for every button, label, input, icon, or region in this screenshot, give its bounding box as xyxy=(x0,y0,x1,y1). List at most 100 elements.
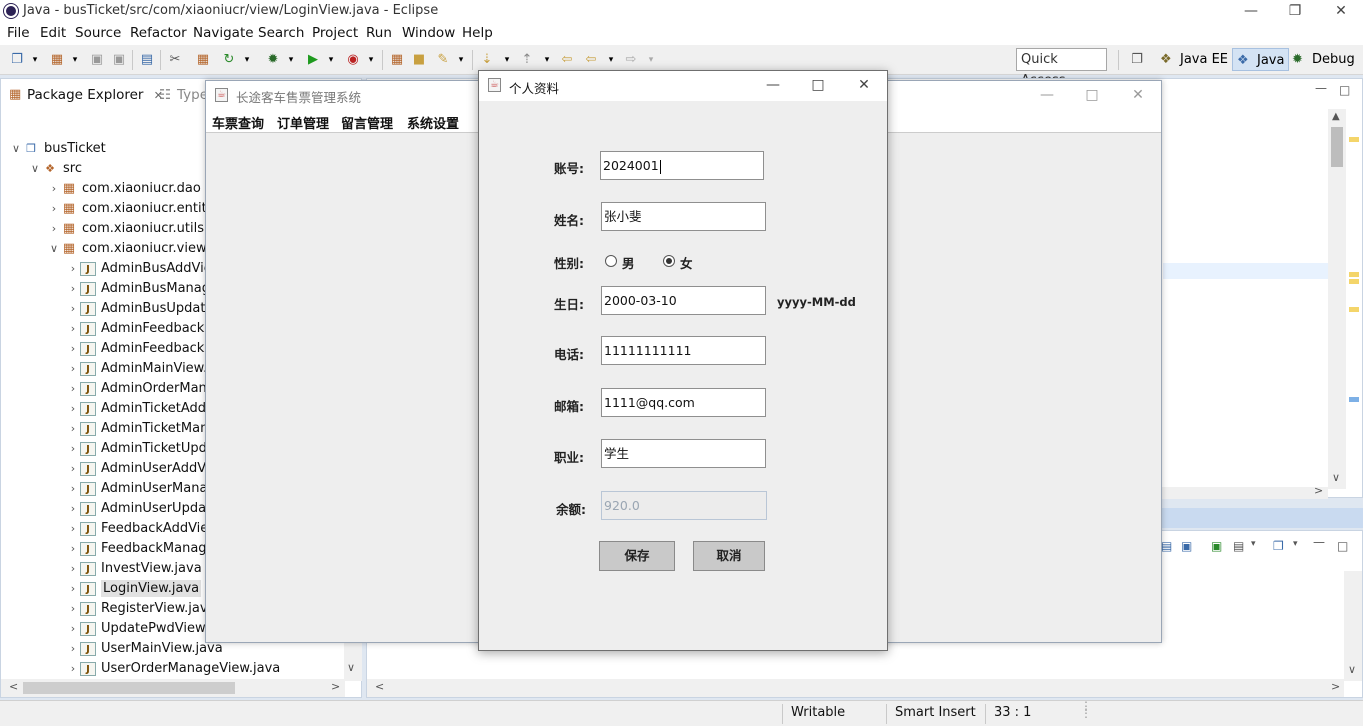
dropdown-arrow-icon[interactable]: ▾ xyxy=(1251,539,1256,549)
account-field[interactable]: 2024001 xyxy=(600,151,764,180)
dropdown-arrow-icon[interactable]: ▾ xyxy=(1293,539,1298,549)
menu-navigate[interactable]: Navigate xyxy=(193,25,254,41)
chevron-down-icon[interactable]: ∨ xyxy=(28,159,42,179)
overview-marker[interactable] xyxy=(1349,272,1359,277)
chevron-right-icon[interactable]: › xyxy=(47,219,61,239)
editor-horizontal-scrollbar[interactable]: > xyxy=(1162,484,1328,499)
tab-package-explorer[interactable]: ▦ Package Explorer ✕ xyxy=(5,83,169,107)
overview-marker[interactable] xyxy=(1349,279,1359,284)
perspective-java[interactable]: ❖ Java xyxy=(1232,48,1290,71)
run-icon[interactable]: ▶ xyxy=(304,52,322,68)
lower-horizontal-scrollbar[interactable]: < > xyxy=(367,679,1344,697)
dropdown-arrow-icon[interactable]: ▾ xyxy=(602,52,620,68)
chevron-right-icon[interactable]: › xyxy=(66,639,80,659)
tree-item[interactable]: › J LoginView.java xyxy=(66,579,202,599)
tree-item[interactable]: › ▦ com.xiaoniucr.entity xyxy=(47,199,215,219)
tree-item[interactable]: › J UserMainView.java xyxy=(66,639,223,659)
chevron-right-icon[interactable]: › xyxy=(66,579,80,599)
chevron-right-icon[interactable]: › xyxy=(66,459,80,479)
dropdown-arrow-icon[interactable]: ▾ xyxy=(362,52,380,68)
lower-vertical-scrollbar[interactable]: ∨ xyxy=(1344,571,1362,681)
close-icon[interactable]: ✕ xyxy=(1123,85,1153,105)
debug-icon[interactable]: ✹ xyxy=(264,52,282,68)
tree-item[interactable]: › J UserOrderManageView.java xyxy=(66,659,280,679)
tree-item[interactable]: ∨ ❖ src xyxy=(28,159,82,179)
chevron-right-icon[interactable]: › xyxy=(66,299,80,319)
scroll-up-arrow-icon[interactable]: ▲ xyxy=(1332,111,1340,122)
scroll-thumb[interactable] xyxy=(23,682,235,694)
close-icon[interactable]: ✕ xyxy=(849,75,879,95)
editor-minimize-icon[interactable]: — xyxy=(1315,81,1327,95)
editor-maximize-icon[interactable]: □ xyxy=(1339,83,1350,97)
scroll-left-arrow-icon[interactable]: < xyxy=(9,680,18,693)
menu-search[interactable]: Search xyxy=(258,25,304,41)
tree-item[interactable]: ∨ ▦ com.xiaoniucr.view xyxy=(47,239,207,259)
save-icon[interactable]: ▣ xyxy=(88,52,106,68)
chevron-right-icon[interactable]: › xyxy=(66,419,80,439)
menu-ticket-query[interactable]: 车票查询 xyxy=(212,113,264,132)
menu-refactor[interactable]: Refactor xyxy=(130,25,187,41)
prev-annotation-icon[interactable]: ⇡ xyxy=(518,52,536,68)
new-package-icon[interactable]: ▦ xyxy=(48,52,66,68)
scroll-down-arrow-icon[interactable]: ∨ xyxy=(1332,471,1340,484)
quick-access-input[interactable]: Quick Access xyxy=(1016,48,1107,88)
tree-item[interactable]: › ▦ com.xiaoniucr.dao xyxy=(47,179,201,199)
menu-file[interactable]: File xyxy=(7,25,30,41)
tree-item[interactable]: › J RegisterView.java xyxy=(66,599,216,619)
scroll-right-arrow-icon[interactable]: > xyxy=(1331,680,1340,693)
gender-male-label[interactable]: 男 xyxy=(622,253,635,272)
menu-message-management[interactable]: 留言管理 xyxy=(341,113,393,132)
save-button[interactable]: 保存 xyxy=(599,541,675,571)
chevron-right-icon[interactable]: › xyxy=(66,519,80,539)
new-console-icon[interactable]: ❐ xyxy=(1273,539,1284,553)
birthday-field[interactable]: 2000-03-10 xyxy=(601,286,766,315)
chevron-right-icon[interactable]: › xyxy=(47,199,61,219)
scroll-right-arrow-icon[interactable]: > xyxy=(1314,484,1323,497)
chevron-down-icon[interactable]: ∨ xyxy=(47,239,61,259)
chevron-right-icon[interactable]: › xyxy=(66,399,80,419)
email-field[interactable]: 1111@qq.com xyxy=(601,388,766,417)
dropdown-arrow-icon[interactable]: ▾ xyxy=(498,52,516,68)
menu-source[interactable]: Source xyxy=(75,25,121,41)
scroll-down-arrow-icon[interactable]: ∨ xyxy=(1348,663,1356,676)
forward-icon[interactable]: ⇨ xyxy=(622,52,640,68)
back-icon[interactable]: ⇦ xyxy=(582,52,600,68)
editor-vertical-scrollbar[interactable]: ▲ ∨ xyxy=(1328,109,1346,489)
overview-marker[interactable] xyxy=(1349,307,1359,312)
dropdown-arrow-icon[interactable]: ▾ xyxy=(642,52,660,68)
dropdown-arrow-icon[interactable]: ▾ xyxy=(26,52,44,68)
menu-project[interactable]: Project xyxy=(312,25,358,41)
minimize-icon[interactable]: — xyxy=(1032,85,1062,105)
close-icon[interactable]: ✕ xyxy=(1326,1,1356,21)
open-type-icon[interactable]: ▦ xyxy=(388,52,406,68)
chevron-right-icon[interactable]: › xyxy=(66,619,80,639)
minimize-icon[interactable]: — xyxy=(758,75,788,95)
chevron-right-icon[interactable]: › xyxy=(66,339,80,359)
chevron-right-icon[interactable]: › xyxy=(66,659,80,679)
perspective-debug[interactable]: ✹ Debug xyxy=(1288,48,1359,71)
chevron-right-icon[interactable]: › xyxy=(66,379,80,399)
scroll-left-arrow-icon[interactable]: < xyxy=(375,680,384,693)
chevron-right-icon[interactable]: › xyxy=(66,499,80,519)
pin-icon[interactable]: ▣ xyxy=(1211,539,1222,553)
chevron-right-icon[interactable]: › xyxy=(66,319,80,339)
minimize-icon[interactable]: — xyxy=(1236,1,1266,21)
restore-icon[interactable]: ❐ xyxy=(1280,1,1310,21)
menu-order-management[interactable]: 订单管理 xyxy=(277,113,329,132)
last-edit-icon[interactable]: ⇦ xyxy=(558,52,576,68)
scroll-right-arrow-icon[interactable]: > xyxy=(331,680,340,693)
tab-type-hierarchy[interactable]: ☷ Type xyxy=(157,83,208,107)
view-toolbar-icon[interactable]: ▤ xyxy=(1161,539,1172,553)
dropdown-arrow-icon[interactable]: ▾ xyxy=(452,52,470,68)
build-icon[interactable]: ▦ xyxy=(194,52,212,68)
dropdown-arrow-icon[interactable]: ▾ xyxy=(66,52,84,68)
tree-item[interactable]: › ▦ com.xiaoniucr.utils xyxy=(47,219,204,239)
display-console-icon[interactable]: ▤ xyxy=(1233,539,1244,553)
menu-window[interactable]: Window xyxy=(402,25,455,41)
menu-help[interactable]: Help xyxy=(462,25,493,41)
console-icon[interactable]: ▤ xyxy=(138,52,156,68)
menu-system-settings[interactable]: 系统设置 xyxy=(407,113,459,132)
open-perspective-icon[interactable]: ❐ xyxy=(1128,52,1146,68)
open-folder-icon[interactable]: ■ xyxy=(410,52,428,68)
tree-horizontal-scrollbar[interactable]: < > xyxy=(1,679,345,697)
